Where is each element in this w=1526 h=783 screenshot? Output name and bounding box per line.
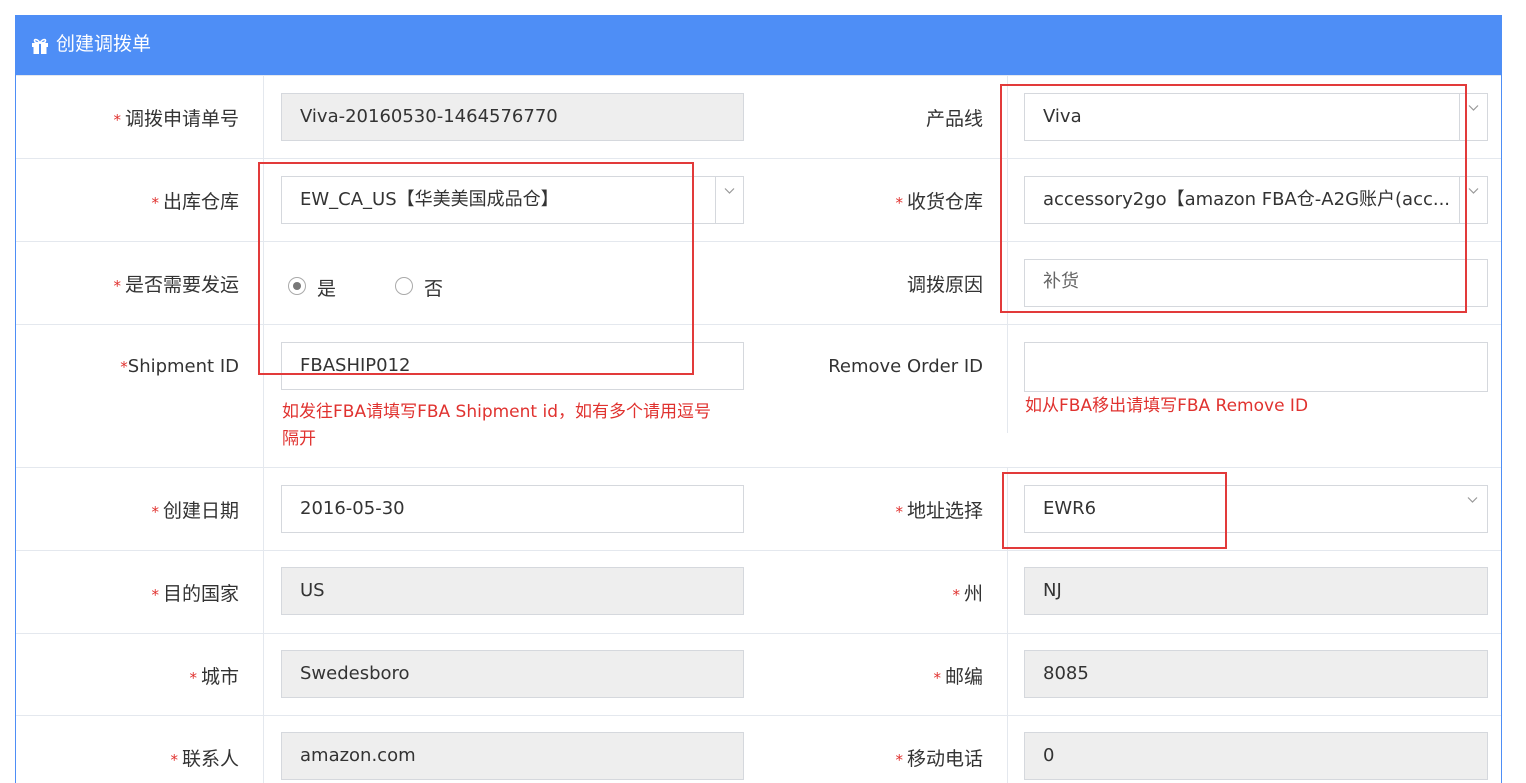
- remove-order-id-label: Remove Order ID: [828, 356, 983, 377]
- receiving-warehouse-dropdown-toggle[interactable]: [1459, 177, 1487, 223]
- zip-label: * 邮编: [933, 666, 983, 688]
- state-label: * 州: [952, 583, 983, 605]
- product-line-dropdown-toggle[interactable]: [1459, 94, 1487, 140]
- radio-yes[interactable]: [288, 277, 306, 295]
- city-field[interactable]: Swedesboro: [281, 650, 744, 698]
- form-row-contact: * 联系人 amazon.com * 移动电话 0: [16, 715, 1501, 783]
- address-select-label: * 地址选择: [895, 500, 983, 522]
- mobile-label: * 移动电话: [895, 748, 983, 770]
- chevron-down-icon: [1468, 188, 1479, 194]
- shipment-id-input[interactable]: FBASHIP012: [281, 342, 744, 390]
- create-date-input[interactable]: 2016-05-30: [281, 485, 744, 533]
- chevron-down-icon: [1468, 105, 1479, 111]
- gift-icon: [32, 38, 48, 54]
- form-row-shipment-id: *Shipment ID FBASHIP012 如发往FBA请填写FBA Shi…: [16, 324, 1501, 468]
- product-line-select[interactable]: Viva: [1024, 93, 1488, 141]
- mobile-field[interactable]: 0: [1024, 732, 1488, 780]
- contact-label: * 联系人: [170, 748, 239, 770]
- request-no-label: * 调拨申请单号: [113, 108, 239, 130]
- need-shipping-label: * 是否需要发运: [113, 274, 239, 296]
- transfer-reason-label: 调拨原因: [906, 274, 983, 296]
- remove-order-id-hint: 如从FBA移出请填写FBA Remove ID: [1025, 396, 1309, 416]
- country-label: * 目的国家: [151, 583, 239, 605]
- panel-header: 创建调拨单: [16, 16, 1501, 75]
- product-line-label: 产品线: [925, 108, 983, 130]
- receiving-warehouse-label: * 收货仓库: [895, 191, 983, 213]
- create-transfer-panel: 创建调拨单 * 调拨申请单号 Viva-20160530-1464576770 产…: [15, 15, 1502, 783]
- chevron-down-icon: [724, 188, 735, 194]
- country-field[interactable]: US: [281, 567, 744, 615]
- form-row-date: * 创建日期 2016-05-30 * 地址选择 EWR6: [16, 467, 1501, 551]
- outbound-warehouse-select[interactable]: EW_CA_US【华美美国成品仓】: [281, 176, 744, 224]
- zip-field[interactable]: 8085: [1024, 650, 1488, 698]
- receiving-warehouse-select[interactable]: accessory2go【amazon FBA仓-A2G账户(acc...: [1024, 176, 1488, 224]
- city-label: * 城市: [189, 666, 239, 688]
- form-row-shipping: * 是否需要发运 是 否 调拨原因 补货: [16, 241, 1501, 325]
- outbound-warehouse-dropdown-toggle[interactable]: [715, 177, 743, 223]
- outbound-warehouse-label: * 出库仓库: [151, 191, 239, 213]
- remove-order-id-input[interactable]: [1024, 342, 1488, 392]
- shipment-id-label: *Shipment ID: [120, 356, 239, 377]
- request-no-field[interactable]: Viva-20160530-1464576770: [281, 93, 744, 141]
- address-dropdown-toggle[interactable]: [1459, 486, 1487, 532]
- contact-field[interactable]: amazon.com: [281, 732, 744, 780]
- form-row-city: * 城市 Swedesboro * 邮编 8085: [16, 633, 1501, 716]
- form-row-request-no: * 调拨申请单号 Viva-20160530-1464576770 产品线 Viv…: [16, 75, 1501, 159]
- page-title: 创建调拨单: [56, 33, 152, 55]
- state-field[interactable]: NJ: [1024, 567, 1488, 615]
- create-date-label: * 创建日期: [151, 500, 239, 522]
- address-select[interactable]: EWR6: [1024, 485, 1488, 533]
- form-row-country: * 目的国家 US * 州 NJ: [16, 550, 1501, 634]
- shipment-id-hint: 如发往FBA请填写FBA Shipment id，如有多个请用逗号 隔开: [282, 402, 712, 449]
- form-row-warehouse: * 出库仓库 EW_CA_US【华美美国成品仓】 * 收货仓库 accessory2…: [16, 158, 1501, 242]
- radio-no[interactable]: [395, 277, 413, 295]
- transfer-reason-input[interactable]: 补货: [1024, 259, 1488, 307]
- chevron-down-icon: [1467, 497, 1478, 503]
